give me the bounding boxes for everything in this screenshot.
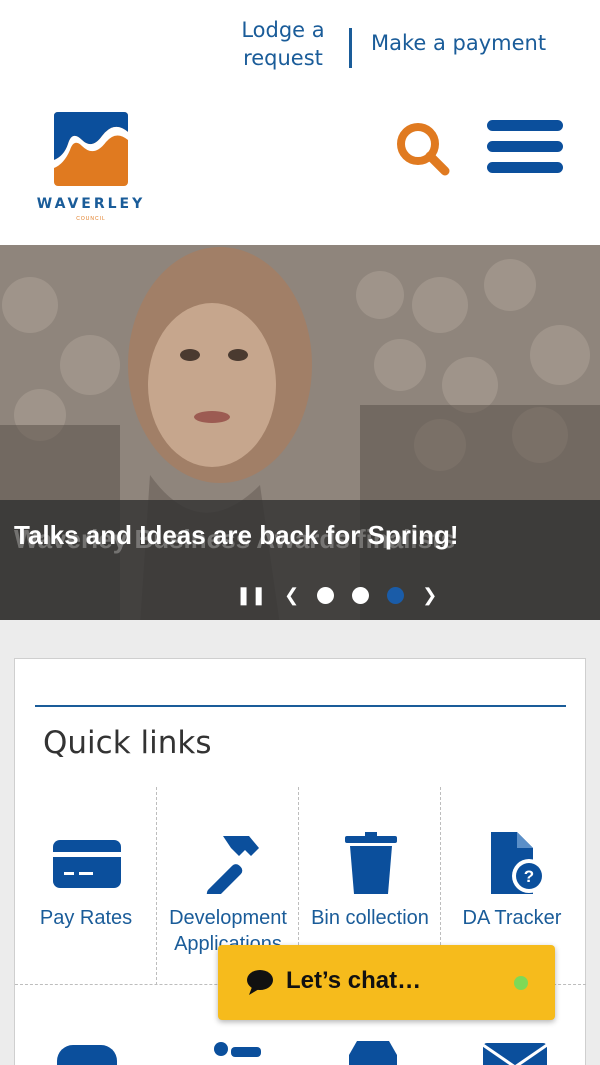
hamburger-icon — [487, 120, 563, 131]
chat-widget-button[interactable]: Let’s chat… — [218, 945, 555, 1020]
svg-text:?: ? — [524, 867, 534, 886]
online-status-dot — [514, 976, 528, 990]
car-icon — [349, 1041, 397, 1065]
speech-bubble-icon — [247, 970, 273, 995]
search-icon — [397, 123, 450, 176]
hammer-icon — [206, 836, 259, 894]
carousel-dot-2[interactable] — [352, 586, 370, 604]
make-payment-link[interactable]: Make a payment — [371, 31, 546, 55]
quick-link-label: Pay Rates — [39, 907, 133, 929]
section-rule — [35, 705, 566, 707]
top-utility-bar: Lodge a request Make a payment — [0, 0, 600, 95]
waverley-wave-icon — [54, 112, 128, 186]
chevron-right-icon[interactable]: ❯ — [422, 586, 437, 604]
hero-carousel[interactable]: Waverley Business Awards finalists Talks… — [0, 245, 600, 620]
carousel-controls: ❚❚ ❮ ❯ — [236, 583, 437, 607]
lodge-request-link[interactable]: Lodge a request — [224, 16, 342, 72]
carousel-dot-1[interactable] — [317, 586, 335, 604]
utility-divider — [349, 28, 352, 68]
quick-link-label: DA Tracker — [462, 907, 562, 929]
armchair-icon — [57, 1045, 117, 1065]
menu-button[interactable] — [487, 120, 565, 178]
pause-icon[interactable]: ❚❚ — [236, 586, 266, 604]
hamburger-bar — [487, 162, 563, 173]
quick-links-title: Quick links — [43, 725, 212, 761]
chevron-left-icon[interactable]: ❮ — [284, 586, 299, 604]
logo-wordmark: WAVERLEY — [36, 196, 146, 212]
logo-subtitle: COUNCIL — [76, 216, 106, 222]
chat-label: Let’s chat… — [286, 967, 422, 994]
tool-icon — [214, 1042, 261, 1057]
quick-link-label: Bin collection — [311, 907, 429, 929]
document-question-icon: ? — [491, 832, 546, 894]
hero-caption: Waverley Business Awards finalists Talks… — [0, 500, 600, 620]
carousel-dot-3[interactable] — [387, 586, 405, 604]
search-button[interactable] — [394, 120, 452, 178]
bin-icon — [345, 832, 397, 894]
waverley-logo[interactable]: WAVERLEY COUNCIL — [30, 110, 152, 228]
hero-title[interactable]: Talks and Ideas are back for Spring! — [14, 520, 459, 551]
quick-link-pay-rates[interactable]: Pay Rates — [15, 787, 157, 985]
hamburger-bar — [487, 141, 563, 152]
envelope-icon — [482, 1043, 548, 1065]
credit-card-icon — [53, 840, 121, 888]
